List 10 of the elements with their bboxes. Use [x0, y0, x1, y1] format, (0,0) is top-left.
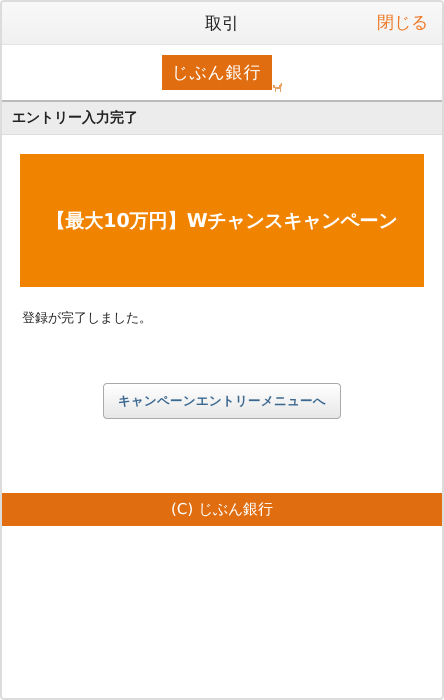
page-title: 取引: [205, 12, 239, 34]
copyright-text: (C) じぶん銀行: [171, 500, 273, 519]
campaign-banner[interactable]: 【最大10万円】Wチャンスキャンペーン: [20, 154, 424, 287]
entry-menu-button[interactable]: キャンペーンエントリーメニューへ: [103, 383, 341, 419]
banner-text: 【最大10万円】Wチャンスキャンペーン: [46, 208, 398, 234]
dog-icon: [272, 82, 282, 92]
section-title: エントリー入力完了: [12, 109, 138, 127]
close-link[interactable]: 閉じる: [377, 11, 428, 34]
bank-logo: じぶん銀行: [162, 55, 272, 90]
completion-message: 登録が完了しました。: [22, 310, 153, 327]
